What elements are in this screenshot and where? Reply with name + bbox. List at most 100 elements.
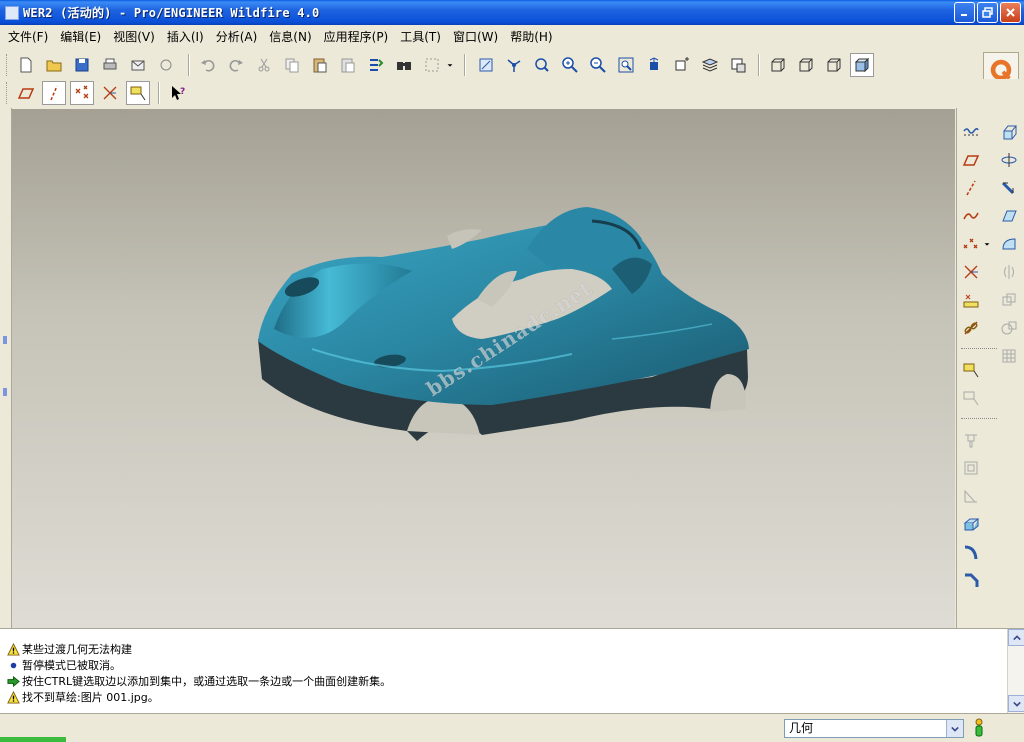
datum-point-icon[interactable] <box>959 232 983 256</box>
annotation-display-icon[interactable] <box>126 81 150 105</box>
toolbar-grip[interactable] <box>6 54 9 76</box>
wireframe-icon[interactable] <box>766 53 790 77</box>
zoom-out-icon[interactable] <box>586 53 610 77</box>
hole-disabled-icon[interactable] <box>959 428 983 452</box>
menu-analysis[interactable]: 分析(A) <box>210 28 264 45</box>
zoom-in-icon[interactable] <box>558 53 582 77</box>
scroll-down-icon[interactable] <box>1008 695 1024 712</box>
status-bar: 几何 <box>0 713 1024 742</box>
copy-disabled-icon[interactable] <box>997 288 1021 312</box>
datum-axis-icon[interactable] <box>959 176 983 200</box>
context-help-icon[interactable]: ? <box>166 81 190 105</box>
open-folder-icon[interactable] <box>42 53 66 77</box>
paste-special-icon[interactable] <box>336 53 360 77</box>
find-binoculars-icon[interactable] <box>392 53 416 77</box>
message-text: 暂停模式已被取消。 <box>22 659 121 672</box>
no-hidden-icon[interactable] <box>822 53 846 77</box>
mirror-disabled-icon[interactable] <box>997 260 1021 284</box>
restore-button[interactable] <box>977 2 998 23</box>
pattern-disabled-icon[interactable] <box>997 344 1021 368</box>
sweep-icon[interactable] <box>997 176 1021 200</box>
copy-icon[interactable] <box>280 53 304 77</box>
orient-mode-icon[interactable] <box>530 53 554 77</box>
message-line: 某些过渡几何无法构建 <box>6 641 132 657</box>
app-icon <box>5 5 19 20</box>
saved-views-icon[interactable] <box>670 53 694 77</box>
collapse-tab[interactable] <box>3 336 7 344</box>
prompt-arrow-icon <box>6 674 20 688</box>
menu-view[interactable]: 视图(V) <box>107 28 161 45</box>
menu-window[interactable]: 窗口(W) <box>447 28 504 45</box>
send-mail-icon[interactable] <box>126 53 150 77</box>
regenerate-icon[interactable] <box>364 53 388 77</box>
menu-file[interactable]: 文件(F) <box>2 28 54 45</box>
message-text: 找不到草绘:图片 001.jpg。 <box>22 691 159 704</box>
print-icon[interactable] <box>98 53 122 77</box>
feature-toolbar <box>956 108 1024 628</box>
chamfer-icon[interactable] <box>959 568 983 592</box>
collapse-tab[interactable] <box>3 388 7 396</box>
menu-insert[interactable]: 插入(I) <box>161 28 210 45</box>
extrude-icon[interactable] <box>997 120 1021 144</box>
warning-icon <box>6 642 20 656</box>
shading-icon[interactable] <box>850 53 874 77</box>
info-dot-icon <box>6 658 20 672</box>
analysis-feature-icon[interactable] <box>959 288 983 312</box>
spin-center-icon[interactable] <box>502 53 526 77</box>
view-manager-icon[interactable] <box>726 53 750 77</box>
datum-axes-display-icon[interactable] <box>42 81 66 105</box>
new-file-icon[interactable] <box>14 53 38 77</box>
refit-icon[interactable] <box>614 53 638 77</box>
shell-disabled-icon[interactable] <box>959 456 983 480</box>
menu-applications[interactable]: 应用程序(P) <box>318 28 395 45</box>
undo-icon[interactable] <box>196 53 220 77</box>
toolbar-grip[interactable] <box>6 82 9 104</box>
graphics-viewport[interactable]: bbs.chinadc.net <box>12 109 955 628</box>
message-line: 按住CTRL键选取边以添加到集中，或通过选取一条边或一个曲面创建新集。 <box>6 673 391 689</box>
reorient-icon[interactable] <box>642 53 666 77</box>
redo-icon[interactable] <box>224 53 248 77</box>
annotation-disabled-icon[interactable] <box>959 386 983 410</box>
window-title: WER2 (活动的) - Pro/ENGINEER Wildfire 4.0 <box>23 6 320 20</box>
csys-display-icon[interactable] <box>98 81 122 105</box>
message-area: 某些过渡几何无法构建 暂停模式已被取消。 按住CTRL键选取边以添加到集中，或通… <box>0 628 1024 714</box>
menu-info[interactable]: 信息(N) <box>263 28 317 45</box>
datum-plane-icon[interactable] <box>959 148 983 172</box>
message-scrollbar[interactable] <box>1007 629 1024 714</box>
boundary-blend-icon[interactable] <box>997 232 1021 256</box>
selection-box-icon[interactable] <box>420 53 444 77</box>
merge-disabled-icon[interactable] <box>997 316 1021 340</box>
chevron-down-icon[interactable] <box>946 720 963 737</box>
datum-curve-icon[interactable] <box>959 204 983 228</box>
scroll-up-icon[interactable] <box>1008 629 1024 646</box>
paste-icon[interactable] <box>308 53 332 77</box>
layers-icon[interactable] <box>698 53 722 77</box>
minimize-button[interactable] <box>954 2 975 23</box>
coordinate-system-icon[interactable] <box>959 260 983 284</box>
menu-help[interactable]: 帮助(H) <box>504 28 558 45</box>
message-text: 某些过渡几何无法构建 <box>22 643 132 656</box>
warning-icon <box>6 690 20 704</box>
mail-attach-icon[interactable] <box>154 53 178 77</box>
datum-planes-display-icon[interactable] <box>14 81 38 105</box>
menu-edit[interactable]: 编辑(E) <box>54 28 107 45</box>
annotation-feature-icon[interactable] <box>959 358 983 382</box>
repaint-icon[interactable] <box>474 53 498 77</box>
rib-disabled-icon[interactable] <box>959 484 983 508</box>
datum-point-dropdown-icon[interactable] <box>981 232 993 256</box>
round-icon[interactable] <box>959 540 983 564</box>
selection-filter-select[interactable]: 几何 <box>784 719 964 738</box>
cut-icon[interactable] <box>252 53 276 77</box>
chain-link-icon[interactable] <box>959 316 983 340</box>
menu-tools[interactable]: 工具(T) <box>394 28 447 45</box>
selection-dropdown-icon[interactable] <box>444 53 456 77</box>
hidden-line-icon[interactable] <box>794 53 818 77</box>
navigator-collapse-strip[interactable] <box>0 108 12 628</box>
draft-icon[interactable] <box>959 512 983 536</box>
save-icon[interactable] <box>70 53 94 77</box>
close-button[interactable] <box>1000 2 1021 23</box>
revolve-icon[interactable] <box>997 148 1021 172</box>
sketch-tool-icon[interactable] <box>959 120 983 144</box>
datum-points-display-icon[interactable] <box>70 81 94 105</box>
blend-icon[interactable] <box>997 204 1021 228</box>
